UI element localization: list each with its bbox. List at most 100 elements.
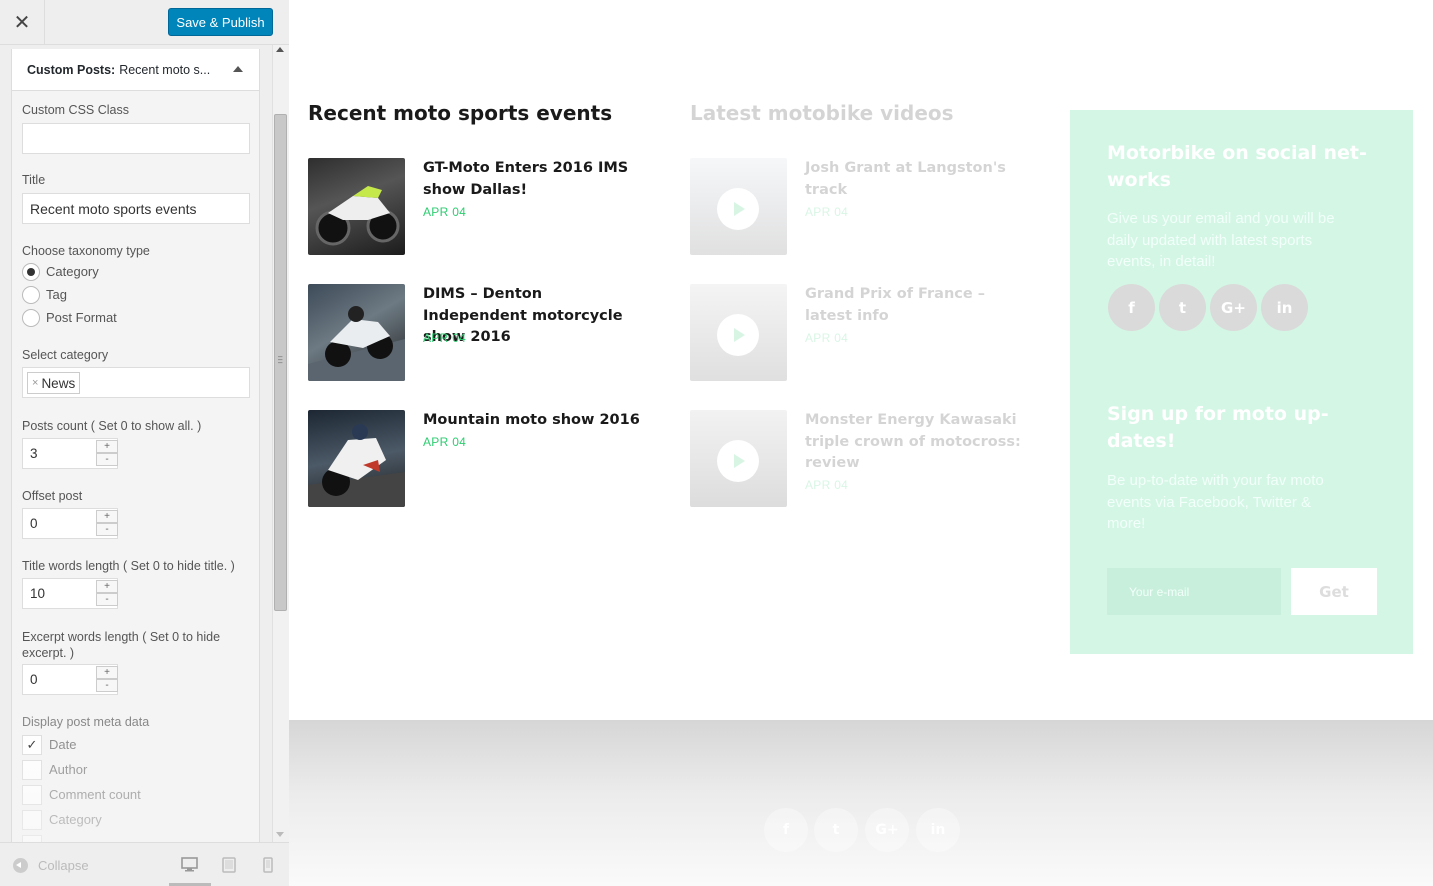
title-words-value: 10 xyxy=(30,586,46,601)
play-icon[interactable] xyxy=(717,314,759,356)
site-preview: Recent moto sports events GT-Moto Enters… xyxy=(289,0,1433,886)
mobile-icon[interactable] xyxy=(263,857,273,873)
collapse-icon[interactable] xyxy=(13,858,28,873)
signup-heading: Sign up for moto up-dates! xyxy=(1107,403,1329,452)
facebook-icon[interactable]: f xyxy=(1108,284,1155,331)
play-icon[interactable] xyxy=(717,188,759,230)
radio-post-format-label: Post Format xyxy=(46,310,117,325)
radio-category[interactable] xyxy=(22,263,40,281)
post-date: APR 04 xyxy=(423,331,467,345)
collapse-label[interactable]: Collapse xyxy=(38,858,89,873)
video-item[interactable]: Josh Grant at Langston's track APR 04 xyxy=(690,158,1040,256)
post-thumbnail[interactable] xyxy=(308,284,405,381)
checkbox-partial[interactable] xyxy=(22,835,42,842)
post-title[interactable]: GT-Moto Enters 2016 IMS show Dallas! xyxy=(423,158,648,201)
save-publish-button[interactable]: Save & Publish xyxy=(168,8,273,36)
section-name: Recent moto s... xyxy=(119,62,211,77)
increment-button[interactable]: + xyxy=(96,440,118,453)
post-item[interactable]: Mountain moto show 2016 APR 04 xyxy=(308,410,658,508)
video-thumbnail[interactable] xyxy=(690,284,787,381)
decrement-button[interactable]: - xyxy=(96,453,118,466)
motorbike-image xyxy=(308,424,405,507)
email-field[interactable]: Your e-mail xyxy=(1107,568,1281,615)
video-title[interactable]: Josh Grant at Langston's track xyxy=(805,158,1030,201)
title-label: Title xyxy=(22,173,46,187)
posts-count-label: Posts count ( Set 0 to show all. ) xyxy=(22,419,202,433)
motorbike-image xyxy=(315,186,400,246)
close-icon[interactable]: ✕ xyxy=(0,0,45,45)
category-tag-label: News xyxy=(41,375,76,391)
remove-tag-icon[interactable]: × xyxy=(32,377,38,389)
play-icon[interactable] xyxy=(717,440,759,482)
radio-tag[interactable] xyxy=(22,286,40,304)
excerpt-words-value: 0 xyxy=(30,672,38,687)
excerpt-words-label: Excerpt words length ( Set 0 to hide xyxy=(22,630,221,644)
excerpt-words-label-cont: excerpt. ) xyxy=(22,646,75,660)
offset-value: 0 xyxy=(30,516,38,531)
scroll-down-icon[interactable] xyxy=(276,832,284,837)
checkbox-comment-count[interactable] xyxy=(22,785,42,805)
get-button[interactable]: Get xyxy=(1291,568,1377,615)
google-plus-icon[interactable]: G+ xyxy=(1210,284,1257,331)
title-words-stepper[interactable]: 10 + - xyxy=(22,578,118,609)
offset-label: Offset post xyxy=(22,489,83,503)
linkedin-icon[interactable]: in xyxy=(916,808,960,852)
facebook-icon[interactable]: f xyxy=(764,808,808,852)
social-text: Give us your email and you will be daily… xyxy=(1107,210,1335,270)
post-date: APR 04 xyxy=(423,435,467,449)
taxonomy-label: Choose taxonomy type xyxy=(22,244,150,258)
checkbox-category[interactable] xyxy=(22,810,42,830)
post-item[interactable]: GT-Moto Enters 2016 IMS show Dallas! APR… xyxy=(308,158,658,256)
offset-stepper[interactable]: 0 + - xyxy=(22,508,118,539)
tablet-icon[interactable] xyxy=(222,857,236,873)
increment-button[interactable]: + xyxy=(96,510,118,523)
excerpt-words-stepper[interactable]: 0 + - xyxy=(22,664,118,695)
linkedin-icon[interactable]: in xyxy=(1261,284,1308,331)
section-title[interactable]: Custom Posts: Recent moto s... xyxy=(12,49,259,91)
checkbox-author[interactable] xyxy=(22,760,42,780)
post-thumbnail[interactable] xyxy=(308,410,405,507)
panel-scrollbar[interactable]: ‒ ‒ ‒ xyxy=(272,45,289,842)
caret-up-icon[interactable] xyxy=(233,66,243,72)
checkbox-author-label: Author xyxy=(49,762,88,777)
desktop-icon[interactable] xyxy=(181,857,198,872)
title-input[interactable]: Recent moto sports events xyxy=(22,193,250,224)
scroll-up-icon[interactable] xyxy=(276,47,284,52)
signup-text: Be up-to-date with your fav moto events … xyxy=(1107,472,1324,532)
title-words-label: Title words length ( Set 0 to hide title… xyxy=(22,559,235,573)
post-item[interactable]: DIMS – Denton Independent motorcycle sho… xyxy=(308,284,658,382)
video-thumbnail[interactable] xyxy=(690,158,787,255)
decrement-button[interactable]: - xyxy=(96,523,118,536)
video-item[interactable]: Monster Energy Kawasaki triple crown of … xyxy=(690,410,1040,508)
google-plus-icon[interactable]: G+ xyxy=(865,808,909,852)
radio-category-label: Category xyxy=(46,264,99,279)
checkbox-date[interactable]: ✓ xyxy=(22,735,42,755)
scroll-thumb[interactable]: ‒ ‒ ‒ xyxy=(274,114,287,611)
category-tag[interactable]: × News xyxy=(27,372,81,394)
twitter-icon[interactable]: t xyxy=(814,808,858,852)
twitter-icon[interactable]: t xyxy=(1159,284,1206,331)
decrement-button[interactable]: - xyxy=(96,593,118,606)
video-item[interactable]: Grand Prix of France – latest info APR 0… xyxy=(690,284,1040,382)
post-date: APR 04 xyxy=(423,205,467,219)
increment-button[interactable]: + xyxy=(96,666,118,679)
grip-icon: ‒ ‒ ‒ xyxy=(278,352,283,367)
css-class-input[interactable] xyxy=(22,123,250,154)
widget-section: Custom Posts: Recent moto s... Custom CS… xyxy=(11,49,260,842)
checkbox-category-label: Category xyxy=(49,812,102,827)
checkbox-comment-count-label: Comment count xyxy=(49,787,141,802)
meta-label: Display post meta data xyxy=(22,715,150,729)
radio-post-format[interactable] xyxy=(22,309,40,327)
post-thumbnail[interactable] xyxy=(308,158,405,255)
decrement-button[interactable]: - xyxy=(96,679,118,692)
video-title[interactable]: Grand Prix of France – latest info xyxy=(805,284,1030,327)
posts-count-stepper[interactable]: 3 + - xyxy=(22,438,118,469)
social-heading: Motorbike on social net-works xyxy=(1107,142,1367,191)
css-class-label: Custom CSS Class xyxy=(22,103,129,117)
category-select[interactable]: × News xyxy=(22,367,250,398)
video-thumbnail[interactable] xyxy=(690,410,787,507)
post-title[interactable]: Mountain moto show 2016 xyxy=(423,410,648,432)
increment-button[interactable]: + xyxy=(96,580,118,593)
videos-title: Latest motobike videos xyxy=(690,101,954,125)
video-title[interactable]: Monster Energy Kawasaki triple crown of … xyxy=(805,410,1030,475)
